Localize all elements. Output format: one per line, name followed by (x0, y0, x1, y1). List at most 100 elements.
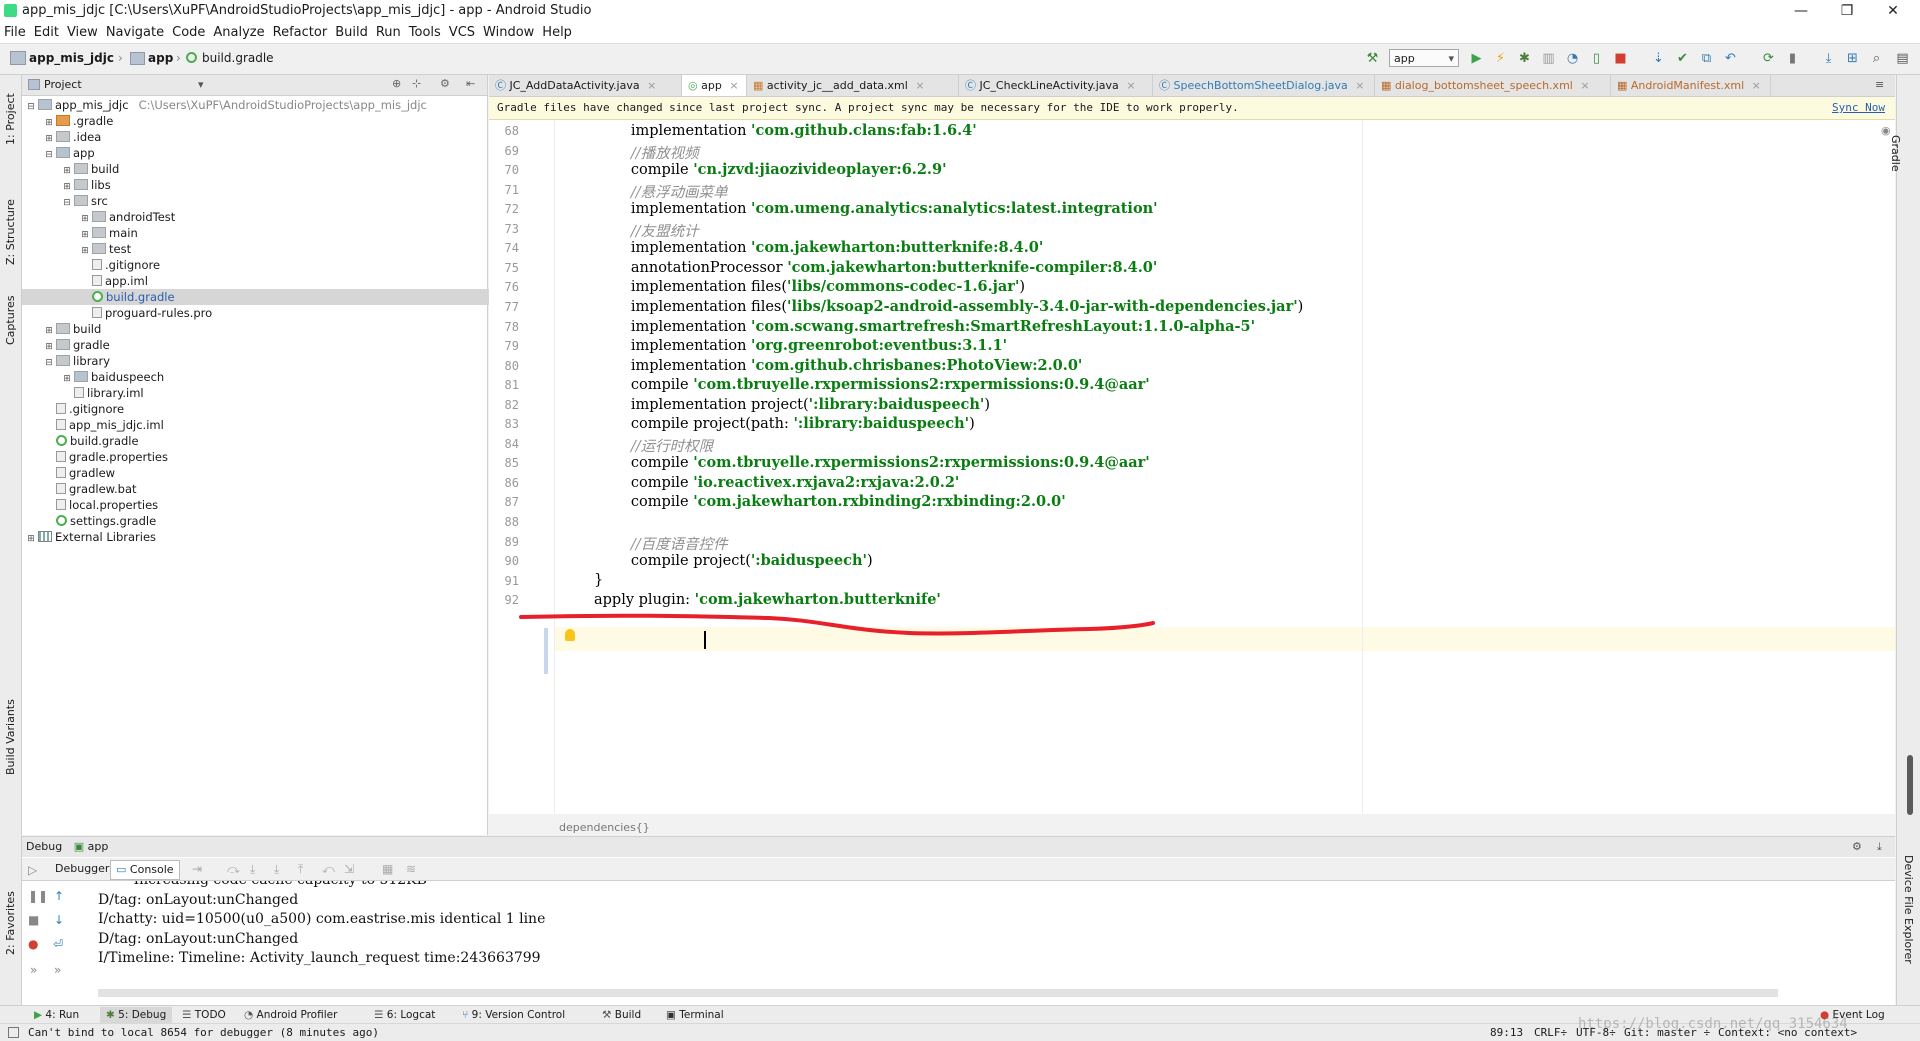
maximize-button[interactable]: ❐ (1824, 0, 1870, 22)
version-control-tool-button[interactable]: ⑂ 9: Version Control (462, 1007, 565, 1023)
sdk-manager-icon[interactable]: ⤓ (1820, 50, 1837, 67)
attach-debugger-icon[interactable]: ▯ (1588, 50, 1605, 67)
menu-code[interactable]: Code (168, 22, 209, 43)
close-tab-icon[interactable]: × (1752, 79, 1761, 92)
horizontal-scrollbar[interactable] (98, 989, 1778, 997)
expand-icon[interactable]: ⊞ (26, 531, 36, 547)
close-tab-icon[interactable]: × (915, 79, 924, 92)
tree-item[interactable]: build.gradle (22, 289, 545, 305)
hammer-icon[interactable]: ⚒ (1364, 50, 1381, 67)
tree-item[interactable]: ⊞ .idea (22, 129, 509, 145)
todo-tool-button[interactable]: ☰ TODO (182, 1007, 226, 1023)
tree-item[interactable]: ⊞ build (22, 161, 527, 177)
close-tab-icon[interactable]: × (647, 79, 656, 92)
vcs-update-icon[interactable]: ⇣ (1650, 50, 1667, 67)
hide-panel-icon[interactable]: ⇤ (466, 77, 475, 90)
compare-icon[interactable]: ⧉ (1698, 50, 1715, 67)
stop-icon[interactable]: ■ (1612, 50, 1629, 67)
tree-item[interactable]: gradlew (22, 465, 509, 481)
avd-manager-icon[interactable]: ▮ (1784, 50, 1801, 67)
device-file-explorer-tab[interactable]: Device File Explorer (1902, 855, 1915, 964)
close-button[interactable]: ✕ (1870, 0, 1916, 22)
vcs-commit-icon[interactable]: ✔ (1674, 50, 1691, 67)
scroll-from-source-icon[interactable]: ⊕ (392, 77, 401, 90)
tree-item[interactable]: settings.gradle (22, 513, 509, 529)
tree-item[interactable]: .gitignore (22, 257, 545, 273)
menu-build[interactable]: Build (331, 22, 372, 43)
tree-item[interactable]: ⊞ build (22, 321, 509, 337)
project-view-select[interactable]: Project (44, 78, 82, 91)
evaluate-icon[interactable]: ▦ (382, 862, 393, 876)
resume-icon[interactable]: ▷ (28, 863, 37, 877)
close-tab-icon[interactable]: × (1126, 79, 1135, 92)
tab-console[interactable]: ▭ Console (110, 860, 180, 880)
tree-item[interactable]: ⊟ app_mis_jdjc C:\Users\XuPF\AndroidStudio… (22, 97, 491, 113)
console-output[interactable]: Increasing code cache capacity to 512KB D… (22, 881, 1895, 1003)
breadcrumb-module[interactable]: app (148, 51, 173, 65)
breadcrumb-project[interactable]: app_mis_jdjc (29, 51, 114, 65)
captures-tool-tab[interactable]: Captures (4, 296, 17, 345)
tree-item[interactable]: app_mis_jdjc.iml (22, 417, 509, 433)
search-icon[interactable]: ⌕ (1868, 50, 1885, 67)
tree-item[interactable]: gradle.properties (22, 449, 509, 465)
tree-item[interactable]: app.iml (22, 273, 545, 289)
tree-item[interactable]: ⊞ gradle (22, 337, 509, 353)
tree-item[interactable]: proguard-rules.pro (22, 305, 545, 321)
tab-androidmanifest-xml[interactable]: ▦ AndroidManifest.xml × (1611, 75, 1771, 96)
run-tool-button[interactable]: ▶ 4: Run (34, 1007, 79, 1023)
tab-activity-jc-add-data-xml[interactable]: ▦ activity_jc__add_data.xml × (747, 75, 959, 96)
menu-navigate[interactable]: Navigate (102, 22, 168, 43)
show-execution-point-icon[interactable]: ⇥ (192, 862, 202, 876)
step-over-icon[interactable]: ⤼ (227, 862, 240, 877)
tab-list-icon[interactable]: ≡ (1875, 78, 1884, 91)
project-tool-tab[interactable]: 1: Project (4, 93, 17, 145)
menu-file[interactable]: File (0, 22, 30, 43)
tree-item[interactable]: .gitignore (22, 401, 509, 417)
run-to-cursor-icon[interactable]: ⇲ (344, 862, 354, 876)
tab-jc-adddataactivity[interactable]: Ⓒ JC_AddDataActivity.java × (489, 75, 682, 96)
close-tab-icon[interactable]: × (729, 79, 738, 92)
close-tab-icon[interactable]: × (1580, 79, 1589, 92)
force-step-into-icon[interactable]: ⤓ (274, 862, 279, 877)
gear-icon[interactable]: ⚙ (1852, 837, 1862, 857)
toggle-tool-windows-icon[interactable] (8, 1027, 19, 1038)
breadcrumb-file[interactable]: build.gradle (202, 51, 274, 65)
structure-tool-tab[interactable]: Z: Structure (4, 199, 17, 265)
hide-panel-icon[interactable]: ⤓ (1877, 837, 1882, 857)
menu-tools[interactable]: Tools (405, 22, 445, 43)
tree-item[interactable]: ⊞ test (22, 241, 545, 257)
menu-vcs[interactable]: VCS (445, 22, 479, 43)
code-editor[interactable]: 68 69 70 71 72 73 74 75 76 77 78 79 80 81 82 83 84 85 86 87… (489, 120, 1895, 834)
tab-jc-checklineactivity[interactable]: Ⓒ JC_CheckLineActivity.java × (959, 75, 1153, 96)
step-out-icon[interactable]: ⤒ (298, 862, 303, 877)
favorites-tool-tab[interactable]: 2: Favorites (4, 891, 17, 955)
tree-item[interactable]: ⊞ External Libraries (22, 529, 491, 545)
tree-item[interactable]: ⊞ .gradle (22, 113, 509, 129)
project-structure-icon[interactable]: ⊞ (1844, 50, 1861, 67)
caret-position[interactable]: 89:13 (1490, 1024, 1523, 1041)
chevron-down-icon[interactable]: ▾ (198, 78, 204, 91)
step-into-icon[interactable]: ⤓ (250, 862, 255, 877)
menu-analyze[interactable]: Analyze (209, 22, 268, 43)
tab-speechbottomsheetdialog[interactable]: Ⓒ SpeechBottomSheetDialog.java × (1153, 75, 1375, 96)
close-tab-icon[interactable]: × (1355, 79, 1364, 92)
debug-tool-button[interactable]: ✱ 5: Debug (100, 1007, 173, 1023)
terminal-tool-button[interactable]: ▣ Terminal (666, 1007, 724, 1023)
tree-item[interactable]: ⊞ libs (22, 177, 527, 193)
run-icon[interactable]: ▶ (1468, 50, 1485, 67)
tree-item[interactable]: gradlew.bat (22, 481, 509, 497)
menu-window[interactable]: Window (479, 22, 538, 43)
tree-item[interactable]: build.gradle (22, 433, 509, 449)
tree-item[interactable]: ⊟ library (22, 353, 509, 369)
tree-item[interactable]: local.properties (22, 497, 509, 513)
gear-icon[interactable]: ⚙ (440, 77, 450, 90)
sync-now-link[interactable]: Sync Now (1832, 97, 1885, 119)
debug-icon[interactable]: ✱ (1516, 50, 1533, 67)
menu-edit[interactable]: Edit (30, 22, 63, 43)
debug-config-name[interactable]: app (88, 840, 109, 853)
editor-breadcrumb[interactable]: dependencies{} (559, 821, 650, 834)
trace-icon[interactable]: ≋ (406, 862, 416, 876)
tab-app-gradle[interactable]: ◎ app × (682, 75, 747, 96)
build-tool-button[interactable]: ⚒ Build (602, 1007, 641, 1023)
tree-item[interactable]: library.iml (22, 385, 527, 401)
